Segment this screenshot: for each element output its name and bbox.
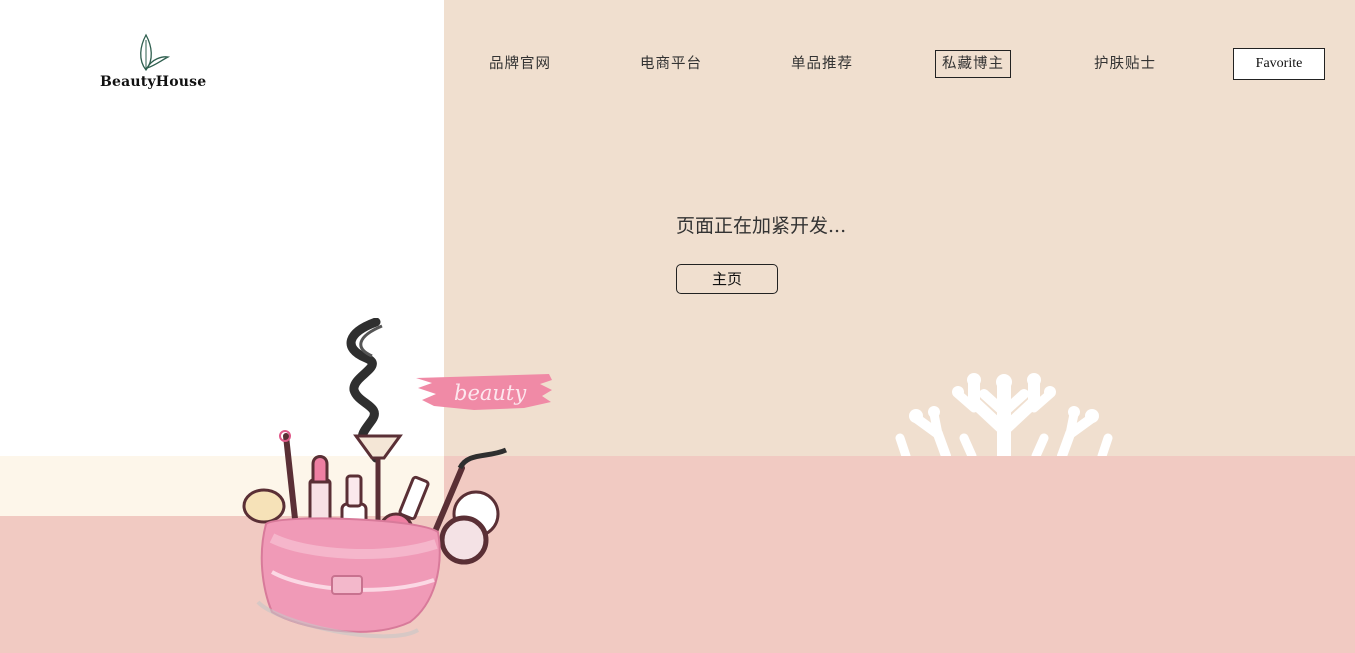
nav-item-bloggers[interactable]: 私藏博主 [935, 50, 1011, 78]
nav-item-skincare-tips[interactable]: 护肤贴士 [1094, 52, 1156, 76]
brand-logo[interactable]: BeautyHouse [100, 32, 207, 90]
nav-item-product-picks[interactable]: 单品推荐 [791, 52, 853, 76]
brand-name: BeautyHouse [100, 74, 207, 90]
favorite-button[interactable]: Favorite [1233, 48, 1325, 80]
home-button[interactable]: 主页 [676, 264, 778, 294]
nav-item-brand-site[interactable]: 品牌官网 [489, 52, 551, 76]
under-development-message: 页面正在加紧开发... [676, 215, 847, 237]
pink-background-floor [0, 516, 1355, 653]
leaf-icon [140, 33, 171, 72]
coral-decoration [895, 373, 1113, 456]
makeup-bag-illustration [242, 318, 508, 639]
page: BeautyHouse 品牌官网 电商平台 单品推荐 私藏博主 护肤贴士 Fav… [0, 0, 1355, 653]
nav-item-ecommerce[interactable]: 电商平台 [640, 52, 702, 76]
pink-background-upper [444, 456, 1355, 516]
